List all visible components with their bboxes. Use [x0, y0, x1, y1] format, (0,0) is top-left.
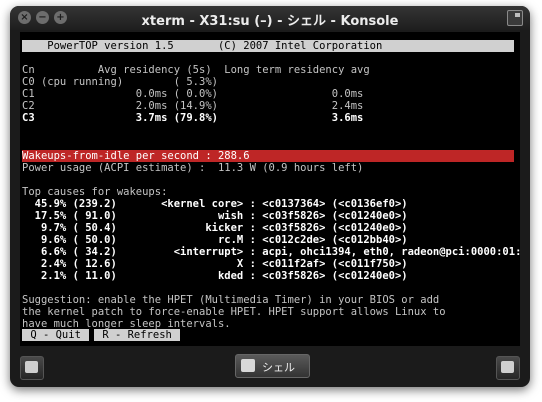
tab-bar: シェル [10, 348, 530, 387]
close-tab-icon [501, 361, 514, 373]
powertop-header: PowerTOP version 1.5 (C) 2007 Intel Corp… [22, 40, 514, 52]
new-tab-button[interactable] [20, 356, 44, 380]
terminal-area[interactable]: PowerTOP version 1.5 (C) 2007 Intel Corp… [20, 32, 520, 346]
wakeup-row: 6.6% ( 34.2) <interrupt> : acpi, ohci139… [22, 246, 520, 258]
close-tab-button[interactable] [496, 356, 520, 380]
cstate-c2: C2 2.0ms (14.9%) 2.4ms [22, 100, 364, 112]
terminal-icon [241, 359, 255, 372]
tab-label: シェル [262, 361, 295, 374]
suggestion-line: Suggestion: enable the HPET (Multimedia … [22, 294, 440, 306]
suggestion-line: the kernel patch to force-enable HPET. H… [22, 306, 446, 318]
wakeup-row: 45.9% (239.2) <kernel core> : <c0137364>… [22, 198, 408, 210]
wakeup-row: 2.1% ( 11.0) kded : <c03f5826> (<c01240e… [22, 270, 408, 282]
konsole-window: × − + xterm - X31:su (–) - シェル - Konsole… [10, 6, 530, 387]
cstate-c3: C3 3.7ms (79.8%) 3.6ms [22, 112, 364, 124]
top-causes-label: Top causes for wakeups: [22, 186, 168, 198]
wakeup-row: 2.4% ( 12.6) X : <c011f2af> (<c011f750>) [22, 258, 408, 270]
new-tab-icon [25, 361, 38, 373]
tab-shell[interactable]: シェル [235, 354, 310, 378]
wakeup-row: 17.5% ( 91.0) wish : <c03f5826> (<c01240… [22, 210, 408, 222]
window-title: xterm - X31:su (–) - シェル - Konsole [141, 14, 399, 29]
cstate-header: Cn Avg residency (5s) Long term residenc… [22, 64, 370, 76]
cstate-c1: C1 0.0ms ( 0.0%) 0.0ms [22, 88, 364, 100]
wakeups-per-second: Wakeups-from-idle per second : 288.6 [22, 150, 514, 162]
title-bar: × − + xterm - X31:su (–) - シェル - Konsole [10, 6, 530, 30]
quit-key[interactable]: Q - Quit [22, 329, 90, 341]
power-usage: Power usage (ACPI estimate) : 11.3 W (0.… [22, 162, 364, 174]
wakeup-row: 9.7% ( 50.4) kicker : <c03f5826> (<c0124… [22, 222, 408, 234]
cstate-c0: C0 (cpu running) ( 5.3%) [22, 76, 218, 88]
refresh-key[interactable]: R - Refresh [94, 329, 181, 341]
wakeup-row: 9.6% ( 50.0) rc.M : <c012c2de> (<c012bb4… [22, 234, 408, 246]
window-menu-icon[interactable] [507, 10, 523, 26]
